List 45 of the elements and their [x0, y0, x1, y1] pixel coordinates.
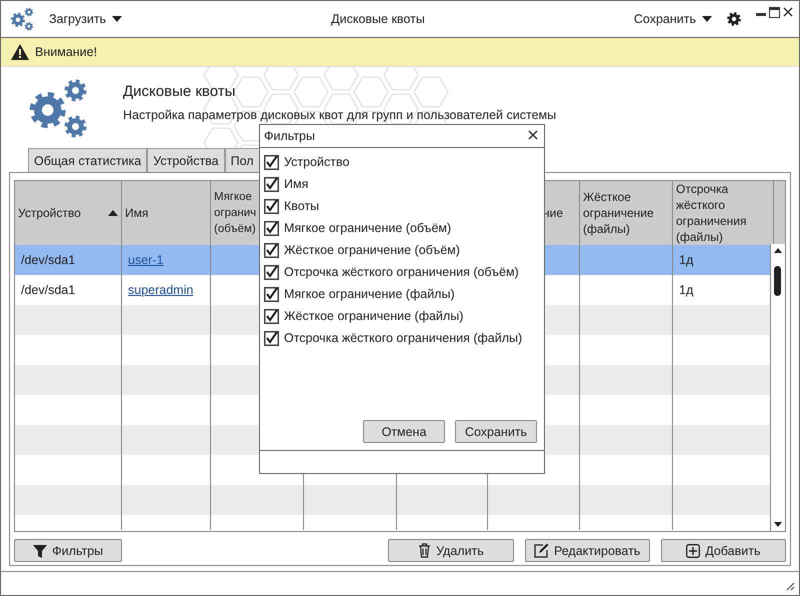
filters-button[interactable]: Фильтры [14, 539, 122, 562]
page-title: Дисковые квоты [123, 83, 236, 100]
option-label: Жёсткое ограничение (файлы) [284, 309, 464, 323]
option-label: Отсрочка жёсткого ограничения (файлы) [284, 331, 522, 345]
table-cell: /dev/sda1 [15, 245, 122, 275]
settings-icon[interactable] [726, 11, 742, 27]
resize-grip-icon[interactable] [785, 581, 795, 591]
checkbox[interactable] [264, 264, 279, 280]
tab[interactable]: Пол [224, 148, 260, 172]
checkbox[interactable] [264, 198, 279, 214]
gears-icon [9, 6, 35, 32]
dialog-title: Фильтры [264, 129, 315, 143]
checkbox[interactable] [264, 176, 279, 192]
option-label: Устройство [284, 155, 350, 169]
option-label: Жёсткое ограничение (объём) [284, 243, 460, 257]
edit-button[interactable]: Редактировать [524, 539, 650, 562]
filter-icon [33, 544, 48, 558]
edit-icon [534, 543, 549, 558]
trash-icon [418, 543, 432, 558]
checkbox[interactable] [264, 154, 279, 170]
tab[interactable]: Устройства [147, 148, 225, 172]
user-link[interactable]: superadmin [128, 283, 194, 297]
delete-button[interactable]: Удалить [388, 539, 514, 562]
checkbox[interactable] [264, 330, 279, 346]
load-menu[interactable]: Загрузить [49, 12, 122, 26]
maximize-icon[interactable] [769, 7, 780, 18]
checkbox[interactable] [264, 242, 279, 258]
page-subtitle: Настройка параметров дисковых квот для групп и пользователей системы [123, 108, 556, 122]
save-menu[interactable]: Сохранить [634, 12, 712, 26]
plus-icon [686, 544, 700, 558]
scrollbar[interactable] [770, 244, 785, 531]
add-button[interactable]: Добавить [660, 539, 786, 562]
option-label: Отсрочка жёсткого ограничения (объём) [284, 265, 519, 279]
checkbox[interactable] [264, 286, 279, 302]
close-icon[interactable] [783, 7, 793, 17]
option-label: Мягкое ограничение (файлы) [284, 287, 455, 301]
warning-icon [11, 44, 29, 60]
save-button[interactable]: Сохранить [455, 420, 537, 443]
cancel-button[interactable]: Отмена [363, 420, 445, 443]
checkbox[interactable] [264, 308, 279, 324]
user-link[interactable]: user-1 [128, 253, 164, 267]
tab[interactable]: Общая статистика [28, 148, 148, 172]
warning-text: Внимание! [35, 45, 98, 59]
window-title: Дисковые квоты [330, 12, 426, 26]
checkbox[interactable] [264, 220, 279, 236]
